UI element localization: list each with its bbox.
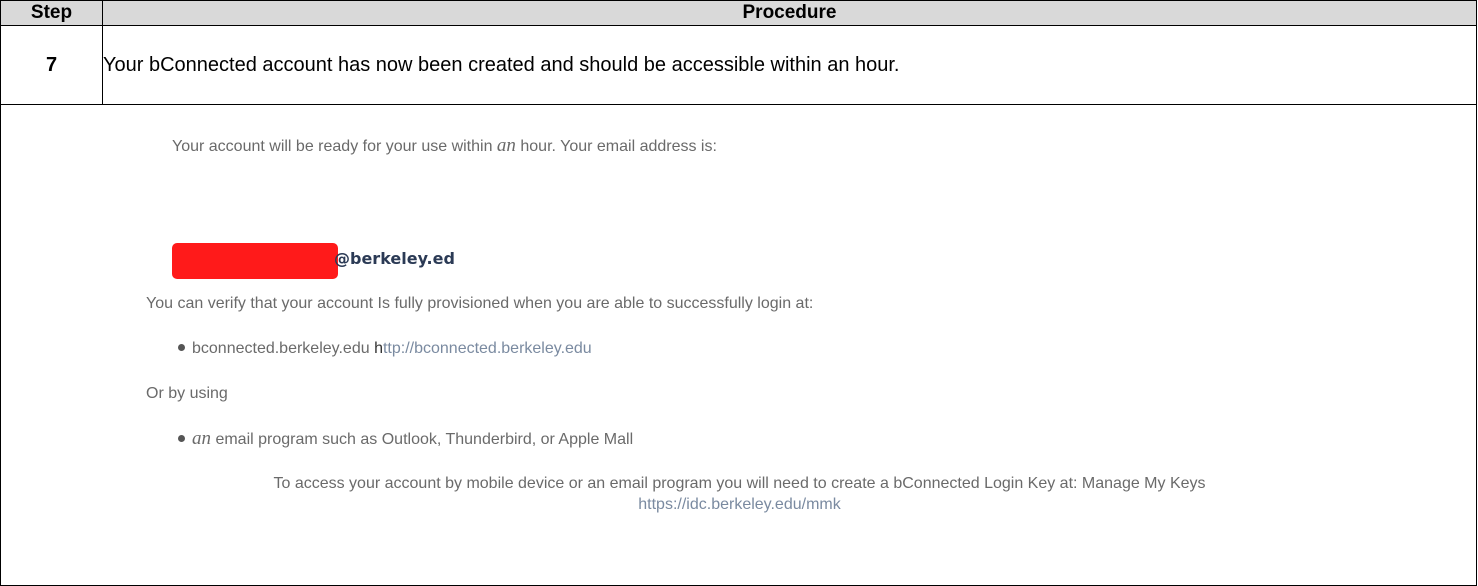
- redacted-username: [172, 243, 338, 279]
- confirmation-screen: Your account will be ready for your use …: [1, 105, 1476, 585]
- login-site-name: bconnected.berkeley.edu: [192, 340, 375, 357]
- header-row: Step Procedure: [0, 0, 1477, 26]
- header-procedure: Procedure: [102, 0, 1477, 26]
- step-number: 7: [0, 25, 103, 105]
- or-message: Or by using: [146, 385, 228, 402]
- login-url-prefix: h: [374, 340, 383, 357]
- login-url-link[interactable]: ttp://bconnected.berkeley.edu: [383, 340, 592, 357]
- manage-keys-link[interactable]: https://idc.berkeley.edu/mmk: [1, 496, 1478, 514]
- ready-text-italic: an: [496, 135, 516, 156]
- procedure-table: Step Procedure 7 Your bConnected account…: [0, 0, 1477, 586]
- ready-message: Your account will be ready for your use …: [172, 135, 717, 157]
- verify-message: You can verify that your account Is full…: [146, 295, 814, 312]
- bullet-icon: [178, 435, 185, 443]
- ready-text-end: hour. Your email address is:: [515, 138, 717, 155]
- screenshot-row: Your account will be ready for your use …: [0, 104, 1477, 586]
- bullet-icon: [178, 344, 185, 352]
- ready-text-start: Your account will be ready for your use …: [172, 138, 497, 155]
- bullet-item-login: bconnected.berkeley.edu http://bconnecte…: [178, 340, 592, 358]
- screenshot-cell: Your account will be ready for your use …: [0, 104, 1477, 586]
- email-program-italic: an: [192, 428, 211, 449]
- step-row: 7 Your bConnected account has now been c…: [0, 25, 1477, 105]
- header-step: Step: [0, 0, 103, 26]
- step-description: Your bConnected account has now been cre…: [102, 25, 1477, 105]
- email-domain: @berkeley.ed: [334, 249, 455, 268]
- bullet-item-email-program: an email program such as Outlook, Thunde…: [178, 428, 633, 450]
- access-message: To access your account by mobile device …: [273, 475, 1206, 492]
- email-program-text: email program such as Outlook, Thunderbi…: [211, 431, 634, 448]
